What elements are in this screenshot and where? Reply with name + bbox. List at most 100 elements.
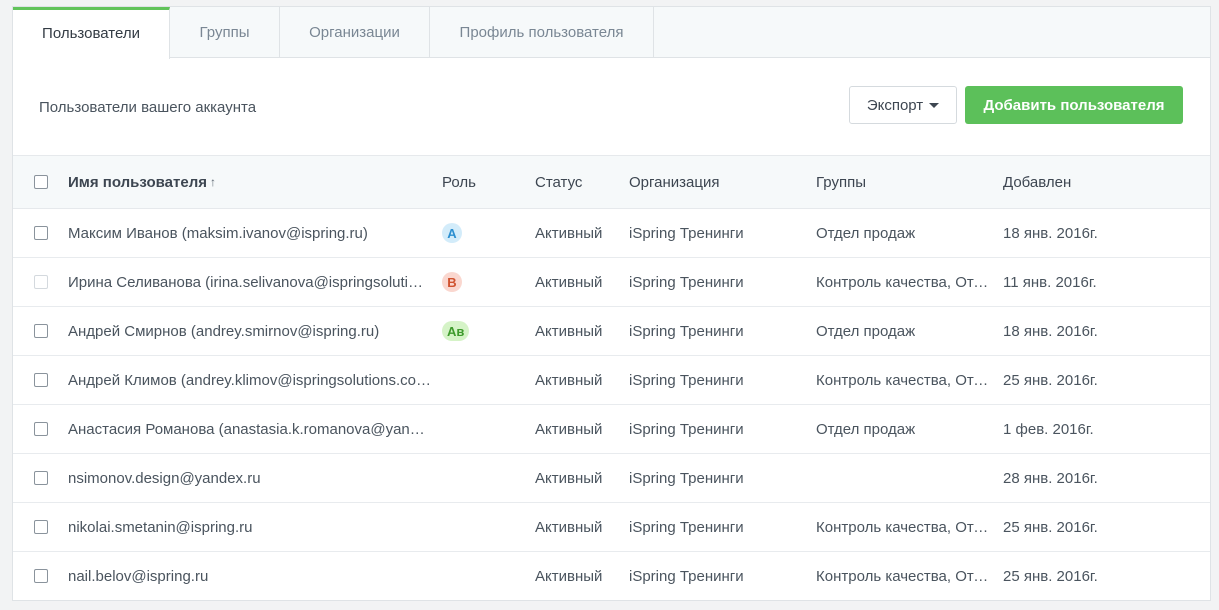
user-organization-text: iSpring Тренинги: [629, 322, 744, 340]
table-row[interactable]: Максим Иванов (maksim.ivanov@ispring.ru)…: [13, 209, 1210, 258]
tab-organizations[interactable]: Организации: [280, 7, 430, 58]
row-select-cell: [34, 209, 50, 257]
column-header-organization: Организация: [629, 173, 720, 191]
user-date-added: 1 фев. 2016г.: [1003, 405, 1153, 453]
row-select-cell: [34, 552, 50, 600]
user-groups-text: Контроль качества, Отдел продаж: [816, 273, 996, 291]
user-name[interactable]: nikolai.smetanin@ispring.ru: [68, 503, 431, 551]
user-organization-text: iSpring Тренинги: [629, 273, 744, 291]
column-header-date-added: Добавлен: [1003, 173, 1072, 191]
add-user-button[interactable]: Добавить пользователя: [965, 86, 1183, 124]
select-all-checkbox[interactable]: [34, 175, 48, 189]
user-status: Активный: [535, 454, 620, 502]
row-checkbox[interactable]: [34, 373, 48, 387]
user-groups: Контроль качества, Отдел продаж: [816, 503, 996, 551]
table-row[interactable]: nail.belov@ispring.ru Активный iSpring Тре…: [13, 552, 1210, 600]
role-cell: [442, 552, 522, 600]
user-organization-text: iSpring Тренинги: [629, 518, 744, 536]
user-organization: iSpring Тренинги: [629, 258, 809, 306]
user-status: Активный: [535, 209, 620, 257]
user-groups-text: Отдел продаж: [816, 224, 916, 242]
sort-arrow-up-icon: ↑: [209, 175, 216, 189]
user-name-text: Максим Иванов (maksim.ivanov@ispring.ru): [68, 224, 368, 242]
table-row[interactable]: Ирина Селиванова (irina.selivanova@ispri…: [13, 258, 1210, 307]
user-groups-text: Контроль качества, Отдел продаж: [816, 567, 996, 585]
user-date-added: 25 янв. 2016г.: [1003, 356, 1153, 404]
user-date-added-text: 1 фев. 2016г.: [1003, 420, 1094, 438]
column-header-groups: Группы: [816, 173, 866, 191]
page-subtitle: Пользователи вашего аккаунта: [39, 99, 257, 116]
user-groups: Контроль качества, Отдел продаж: [816, 258, 996, 306]
row-checkbox[interactable]: [34, 520, 48, 534]
role-badge: B: [442, 272, 462, 292]
caret-down-icon: [929, 102, 940, 108]
select-all-cell: [34, 156, 50, 208]
role-cell: [442, 356, 522, 404]
user-name-text: Андрей Смирнов (andrey.smirnov@ispring.r…: [68, 322, 380, 340]
row-checkbox[interactable]: [34, 422, 48, 436]
role-cell: [442, 405, 522, 453]
table-row[interactable]: nikolai.smetanin@ispring.ru Активный iSpri…: [13, 503, 1210, 552]
user-organization: iSpring Тренинги: [629, 552, 809, 600]
export-button-label: Экспорт: [866, 96, 924, 114]
tab-users[interactable]: Пользователи: [13, 7, 170, 59]
user-status: Активный: [535, 356, 620, 404]
user-date-added: 25 янв. 2016г.: [1003, 552, 1153, 600]
user-groups: Контроль качества, Отдел продаж: [816, 552, 996, 600]
column-header-role: Роль: [442, 173, 476, 191]
user-organization: iSpring Тренинги: [629, 209, 809, 257]
user-name[interactable]: nail.belov@ispring.ru: [68, 552, 431, 600]
table-row[interactable]: Андрей Климов (andrey.klimov@ispringsolu…: [13, 356, 1210, 405]
column-header-status: Статус: [535, 173, 583, 191]
user-date-added: 11 янв. 2016г.: [1003, 258, 1153, 306]
user-name-text: nikolai.smetanin@ispring.ru: [68, 518, 253, 536]
row-checkbox[interactable]: [34, 569, 48, 583]
user-name-text: Ирина Селиванова (irina.selivanova@ispri…: [68, 273, 431, 291]
user-name-text: Андрей Климов (andrey.klimov@ispringsolu…: [68, 371, 431, 389]
user-groups-text: Контроль качества, Отдел продаж: [816, 371, 996, 389]
user-status: Активный: [535, 552, 620, 600]
user-organization-text: iSpring Тренинги: [629, 224, 744, 242]
row-checkbox[interactable]: [34, 324, 48, 338]
user-groups: Отдел продаж: [816, 307, 996, 355]
user-status-text: Активный: [535, 273, 603, 291]
user-name[interactable]: Максим Иванов (maksim.ivanov@ispring.ru): [68, 209, 431, 257]
user-date-added: 18 янв. 2016г.: [1003, 307, 1153, 355]
row-checkbox[interactable]: [34, 471, 48, 485]
user-organization-text: iSpring Тренинги: [629, 567, 744, 585]
users-panel: Пользователи Группы Организации Профиль …: [12, 6, 1211, 601]
tab-user-profile[interactable]: Профиль пользователя: [430, 7, 654, 58]
row-select-cell: [34, 503, 50, 551]
user-organization-text: iSpring Тренинги: [629, 469, 744, 487]
tab-groups[interactable]: Группы: [170, 7, 280, 58]
user-organization: iSpring Тренинги: [629, 307, 809, 355]
table-row[interactable]: Анастасия Романова (anastasia.k.romanova…: [13, 405, 1210, 454]
role-cell: [442, 503, 522, 551]
table-row[interactable]: Андрей Смирнов (andrey.smirnov@ispring.r…: [13, 307, 1210, 356]
user-organization: iSpring Тренинги: [629, 356, 809, 404]
user-organization: iSpring Тренинги: [629, 503, 809, 551]
user-groups: Отдел продаж: [816, 209, 996, 257]
user-name-text: nsimonov.design@yandex.ru: [68, 469, 261, 487]
user-name[interactable]: Андрей Климов (andrey.klimov@ispringsolu…: [68, 356, 431, 404]
row-select-cell: [34, 356, 50, 404]
row-checkbox[interactable]: [34, 226, 48, 240]
user-name[interactable]: Анастасия Романова (anastasia.k.romanova…: [68, 405, 431, 453]
user-name[interactable]: Ирина Селиванова (irina.selivanova@ispri…: [68, 258, 431, 306]
row-checkbox[interactable]: [34, 275, 48, 289]
row-select-cell: [34, 258, 50, 306]
role-cell: Ав: [442, 307, 522, 355]
user-name[interactable]: Андрей Смирнов (andrey.smirnov@ispring.r…: [68, 307, 431, 355]
table-header: Имя пользователя ↑ Роль Статус Организац…: [13, 155, 1210, 209]
row-select-cell: [34, 405, 50, 453]
column-header-name[interactable]: Имя пользователя ↑: [68, 156, 431, 208]
user-organization-text: iSpring Тренинги: [629, 420, 744, 438]
table-row[interactable]: nsimonov.design@yandex.ru Активный iSpring…: [13, 454, 1210, 503]
user-date-added-text: 18 янв. 2016г.: [1003, 322, 1098, 340]
export-button[interactable]: Экспорт: [849, 86, 957, 124]
user-groups: [816, 454, 996, 502]
user-date-added-text: 25 янв. 2016г.: [1003, 371, 1098, 389]
user-date-added: 18 янв. 2016г.: [1003, 209, 1153, 257]
user-date-added-text: 25 янв. 2016г.: [1003, 567, 1098, 585]
user-name[interactable]: nsimonov.design@yandex.ru: [68, 454, 431, 502]
